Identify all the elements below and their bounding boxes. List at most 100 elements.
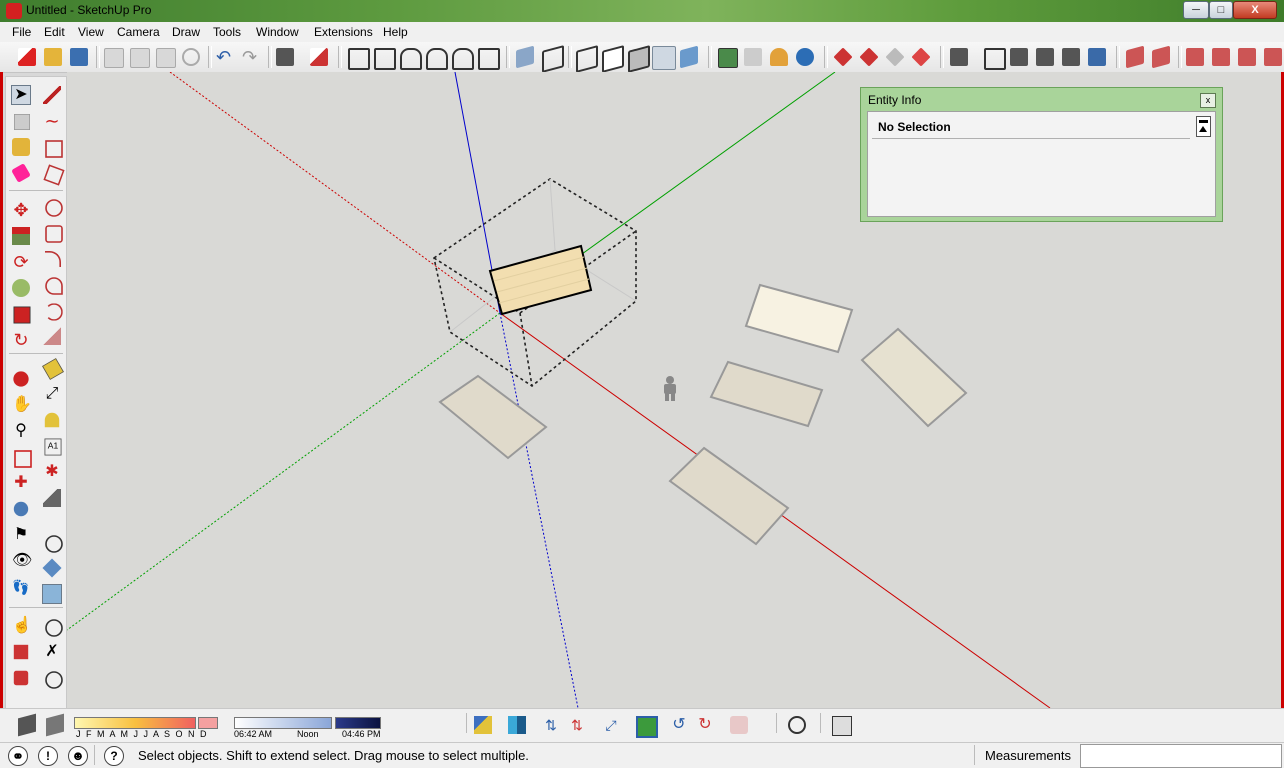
left-view-icon[interactable]: [478, 48, 500, 70]
drape-icon[interactable]: [1238, 48, 1256, 66]
user-account-icon[interactable]: ☻: [68, 746, 88, 766]
iso-view-icon[interactable]: [348, 48, 370, 70]
wireframe-icon[interactable]: [576, 45, 598, 73]
rotated-rectangle-icon[interactable]: [43, 164, 65, 186]
maximize-button[interactable]: □: [1209, 1, 1233, 19]
paint-bucket-icon[interactable]: [12, 138, 30, 156]
copy-icon[interactable]: [130, 48, 150, 68]
xray-icon[interactable]: [516, 45, 534, 69]
arc-icon[interactable]: [45, 251, 61, 267]
edit-icon[interactable]: [832, 716, 852, 736]
monochrome-icon[interactable]: [680, 45, 698, 69]
extension-warehouse-icon[interactable]: [833, 47, 853, 67]
hidden-line-icon[interactable]: [602, 45, 624, 73]
tape-measure-icon[interactable]: [42, 358, 64, 380]
menu-camera[interactable]: Camera: [117, 25, 160, 39]
close-icon[interactable]: x: [1200, 93, 1216, 108]
undo-icon[interactable]: ↶: [216, 48, 234, 66]
solid-trim-icon[interactable]: [1062, 48, 1080, 66]
toggle-secondary-panel-icon[interactable]: [1196, 116, 1211, 137]
erase-selection-icon[interactable]: [182, 48, 200, 66]
share-model-icon[interactable]: [796, 48, 814, 66]
open-folder-icon[interactable]: [44, 48, 62, 66]
front-view-icon[interactable]: [400, 48, 422, 70]
reset-icon[interactable]: [730, 716, 748, 734]
sandbox-contours-icon[interactable]: [1126, 45, 1144, 69]
shadow-settings-icon[interactable]: [18, 713, 36, 737]
add-location-icon[interactable]: [718, 48, 738, 68]
follow-me-icon[interactable]: [12, 279, 30, 297]
axes-icon[interactable]: ✱: [43, 463, 61, 481]
solid-subtract-icon[interactable]: [1036, 48, 1054, 66]
rotate-left-icon[interactable]: ↺: [670, 716, 688, 734]
polygon-icon[interactable]: [45, 225, 63, 243]
shaded-textures-icon[interactable]: [652, 46, 676, 70]
advanced-camera-icon[interactable]: [45, 619, 63, 637]
toggle-terrain-icon[interactable]: [744, 48, 762, 66]
new-file-icon[interactable]: [18, 48, 36, 66]
walk-icon[interactable]: 👣: [12, 578, 30, 596]
right-view-icon[interactable]: [426, 48, 448, 70]
get-models-icon[interactable]: [770, 48, 788, 66]
rotate-right-icon[interactable]: ↻: [696, 716, 714, 734]
3d-text-icon[interactable]: [43, 489, 61, 507]
rotate-icon[interactable]: ⟳: [12, 253, 30, 271]
month-slider[interactable]: [74, 717, 196, 729]
solid-outer-shell-icon[interactable]: [950, 48, 968, 66]
pie-icon[interactable]: [43, 327, 61, 345]
previous-view-icon[interactable]: [13, 501, 29, 517]
target-icon[interactable]: [788, 716, 806, 734]
orbit-icon[interactable]: [13, 371, 29, 387]
share-component-icon[interactable]: [859, 47, 879, 67]
protractor-icon[interactable]: [44, 412, 60, 428]
get-photo-texture-icon[interactable]: [885, 47, 905, 67]
time-slider[interactable]: [234, 717, 332, 729]
help-icon[interactable]: ?: [104, 746, 124, 766]
cut-icon[interactable]: [104, 48, 124, 68]
menu-view[interactable]: View: [78, 25, 104, 39]
sandbox-scratch-icon[interactable]: [1152, 45, 1170, 69]
menu-file[interactable]: File: [12, 25, 31, 39]
flip-icon[interactable]: ⇅: [542, 716, 560, 734]
menu-draw[interactable]: Draw: [172, 25, 200, 39]
dimension-icon[interactable]: ⤢: [43, 385, 61, 403]
display-section-cuts-icon[interactable]: [42, 584, 62, 604]
section-plane-4[interactable]: [438, 374, 548, 460]
interact-icon[interactable]: ☝: [12, 617, 32, 635]
text-icon[interactable]: A1: [44, 438, 62, 456]
select-icon[interactable]: ➤: [11, 85, 31, 105]
redo-icon[interactable]: ↷: [242, 48, 260, 66]
components-icon[interactable]: [13, 670, 29, 686]
solid-split-icon[interactable]: [1088, 48, 1106, 66]
push-pull-icon[interactable]: [12, 227, 30, 245]
model-info-icon[interactable]: [310, 48, 328, 66]
stamp-icon[interactable]: [1212, 48, 1230, 66]
pencil-icon[interactable]: [43, 86, 61, 104]
zoom-icon[interactable]: ⚲: [12, 422, 30, 440]
add-detail-icon[interactable]: [1264, 48, 1282, 66]
menu-edit[interactable]: Edit: [44, 25, 65, 39]
measurements-input[interactable]: [1080, 744, 1282, 768]
paste-icon[interactable]: [156, 48, 176, 68]
measure-angle-icon[interactable]: ✗: [43, 643, 61, 661]
section-plane-5[interactable]: [668, 446, 790, 546]
zoom-extents-icon[interactable]: ✚: [12, 474, 30, 492]
make-component-icon[interactable]: [14, 114, 30, 130]
dock-icon[interactable]: [636, 716, 658, 738]
print-icon[interactable]: [276, 48, 294, 66]
display-shadows-icon[interactable]: [46, 713, 64, 737]
offset-icon[interactable]: ↻: [12, 331, 30, 349]
close-window-button[interactable]: X: [1233, 1, 1277, 19]
position-camera-icon[interactable]: ⚑: [12, 526, 30, 544]
align-icon[interactable]: ⤢: [602, 716, 620, 734]
section-plane-icon[interactable]: [45, 535, 63, 553]
three-point-arc-icon[interactable]: [45, 303, 63, 321]
move-icon[interactable]: ✥: [12, 201, 30, 219]
display-section-planes-icon[interactable]: [42, 558, 62, 578]
section-plane-1[interactable]: [744, 283, 854, 354]
section-plane-2[interactable]: [860, 327, 968, 428]
solid-union-icon[interactable]: [1010, 48, 1028, 66]
scale-icon[interactable]: [13, 306, 31, 324]
eraser-icon[interactable]: [11, 163, 31, 183]
warehouse-icon[interactable]: [13, 644, 29, 660]
